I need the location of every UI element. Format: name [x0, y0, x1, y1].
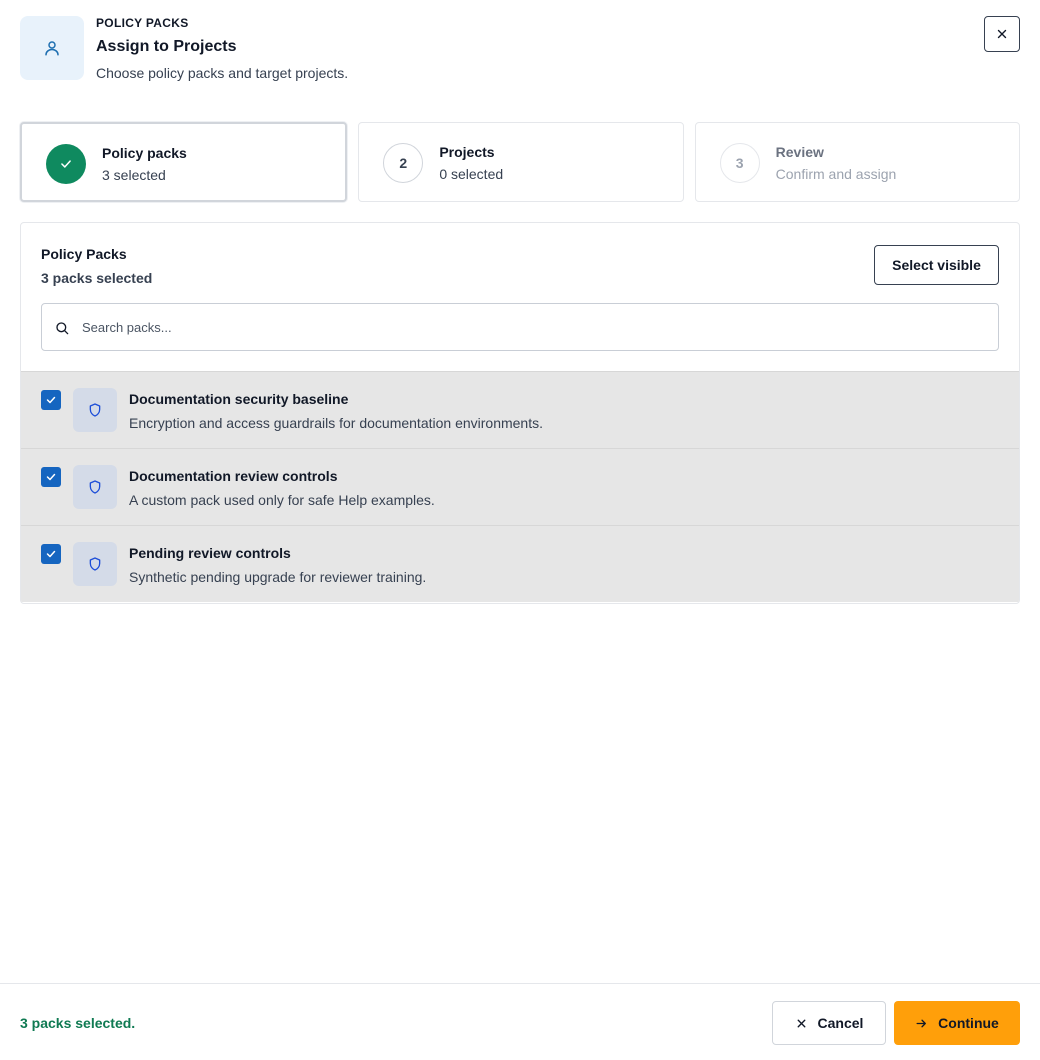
shield-icon	[73, 465, 117, 509]
pack-checkbox[interactable]	[41, 390, 61, 410]
search-box	[41, 303, 999, 351]
pack-checkbox[interactable]	[41, 544, 61, 564]
check-icon	[61, 160, 71, 168]
shield-icon	[73, 388, 117, 432]
step-label: Review	[775, 144, 824, 160]
selection-status: 3 packs selected.	[20, 1015, 136, 1031]
search-input[interactable]	[82, 304, 982, 350]
dialog-footer: 3 packs selected. Cancel Continue	[0, 983, 1040, 1060]
panel-selected-count: 3 packs selected	[41, 270, 153, 286]
list-item[interactable]: Documentation review controls A custom p…	[21, 448, 1019, 525]
step-policy-packs[interactable]: Policy packs 3 selected	[20, 122, 348, 202]
step-review[interactable]: 3 Review Confirm and assign	[694, 122, 1020, 202]
pack-checkbox[interactable]	[41, 467, 61, 487]
header-text: POLICY PACKS Assign to Projects Choose p…	[96, 16, 348, 81]
user-icon	[20, 16, 84, 80]
close-icon	[997, 29, 1007, 39]
select-visible-button[interactable]: Select visible	[874, 245, 999, 285]
check-icon	[46, 473, 56, 481]
step-number: 3	[719, 143, 760, 183]
shield-icon	[73, 542, 117, 586]
panel-title: Policy Packs	[41, 246, 127, 262]
pack-name: Pending review controls	[129, 545, 291, 561]
list-item[interactable]: Documentation security baseline Encrypti…	[21, 371, 1019, 448]
cancel-label: Cancel	[817, 1015, 864, 1031]
continue-label: Continue	[938, 1015, 999, 1031]
dialog-header: POLICY PACKS Assign to Projects Choose p…	[20, 16, 1020, 86]
close-icon	[797, 1019, 805, 1027]
pack-name: Documentation review controls	[129, 468, 338, 484]
list-item[interactable]: Pending review controls Synthetic pendin…	[21, 525, 1019, 602]
dialog-subtitle: Choose policy packs and target projects.	[96, 65, 349, 81]
step-sub: 0 selected	[439, 166, 504, 182]
check-icon	[46, 396, 56, 404]
step-projects[interactable]: 2 Projects 0 selected	[358, 122, 684, 202]
pack-description: Synthetic pending upgrade for reviewer t…	[129, 569, 427, 585]
step-sub: Confirm and assign	[775, 166, 897, 182]
search-icon	[56, 322, 69, 335]
dialog-title: Assign to Projects	[96, 38, 237, 55]
step-label: Policy packs	[102, 145, 187, 161]
close-button[interactable]	[984, 16, 1020, 52]
pack-name: Documentation security baseline	[129, 391, 349, 407]
step-sub: 3 selected	[102, 167, 166, 183]
eyebrow: POLICY PACKS	[96, 16, 189, 30]
cancel-button[interactable]: Cancel	[772, 1001, 886, 1045]
pack-list: Documentation security baseline Encrypti…	[21, 371, 1019, 602]
stepper: Policy packs 3 selected 2 Projects 0 sel…	[20, 122, 1020, 202]
continue-button[interactable]: Continue	[894, 1001, 1020, 1045]
step-complete-circle	[46, 144, 86, 184]
check-icon	[46, 550, 56, 558]
arrow-right-icon	[916, 1019, 927, 1027]
pack-description: A custom pack used only for safe Help ex…	[129, 492, 435, 508]
policy-packs-panel: Policy Packs 3 packs selected Select vis…	[20, 222, 1020, 604]
step-number: 2	[383, 143, 424, 183]
pack-description: Encryption and access guardrails for doc…	[129, 415, 543, 431]
step-label: Projects	[439, 144, 495, 160]
